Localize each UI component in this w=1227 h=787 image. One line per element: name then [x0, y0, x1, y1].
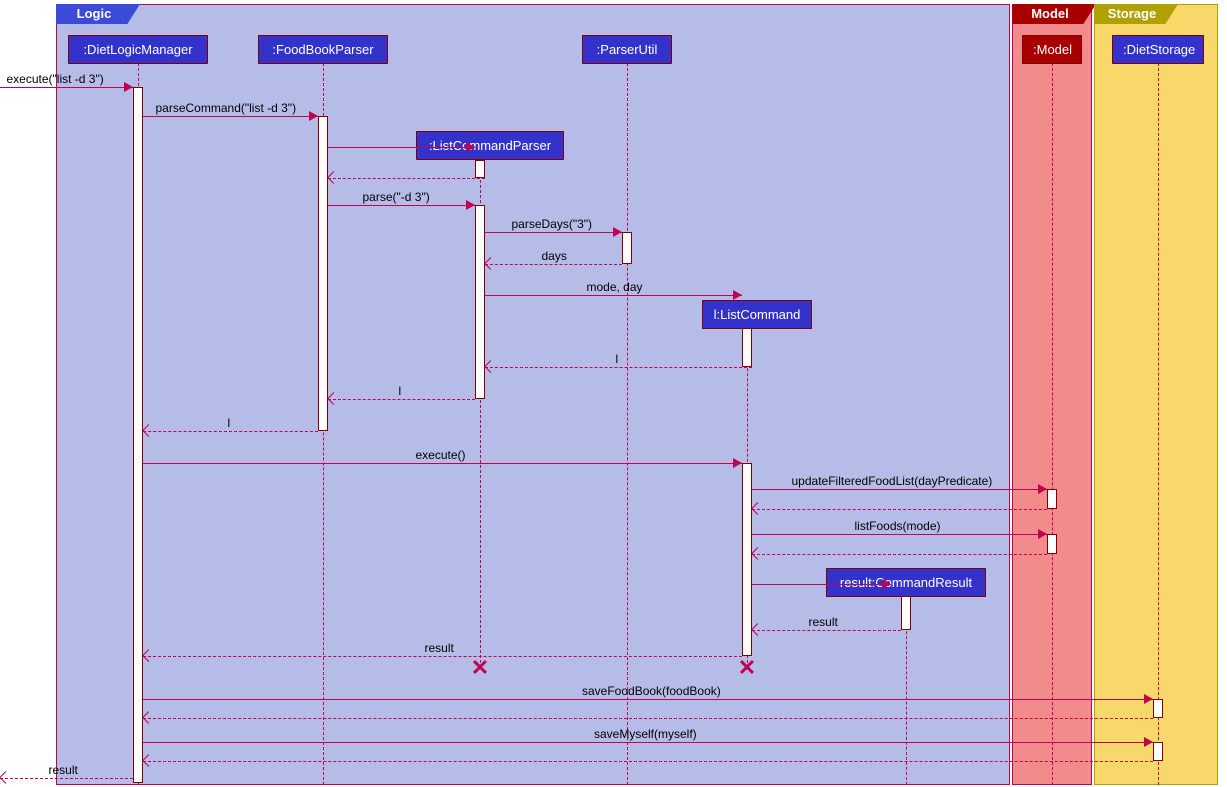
arrow-icon [733, 290, 742, 300]
message-label: execute("list -d 3") [7, 72, 104, 86]
message-line [143, 742, 1153, 743]
message-line [143, 699, 1153, 700]
message-label: result [49, 763, 78, 777]
message-line [485, 264, 622, 265]
destroy-icon: ✕ [469, 657, 491, 679]
lifeline [1158, 63, 1159, 785]
arrow-icon [1144, 737, 1153, 747]
arrow-icon [882, 579, 891, 589]
message-label: mode, day [587, 280, 643, 294]
logic-frame-label: Logic [56, 4, 140, 24]
activation-mdl [1047, 534, 1057, 554]
message-line [0, 778, 133, 779]
message-line [328, 205, 475, 206]
message-label: updateFilteredFoodList(dayPredicate) [792, 474, 993, 488]
message-line [328, 178, 485, 179]
message-label: result [425, 641, 454, 655]
destroy-icon: ✕ [736, 657, 758, 679]
message-label: saveMyself(myself) [594, 727, 697, 741]
activation-ds [1153, 699, 1163, 718]
message-label: l [399, 384, 402, 398]
participant-pu: :ParserUtil [582, 35, 672, 64]
arrow-icon [613, 227, 622, 237]
message-line [752, 584, 891, 585]
message-label: l [616, 352, 619, 366]
message-line [485, 295, 742, 296]
message-line [752, 489, 1047, 490]
participant-fbp: :FoodBookParser [258, 35, 388, 64]
message-label: result [809, 615, 838, 629]
message-label: l [228, 416, 231, 430]
activation-ds [1153, 742, 1163, 761]
message-line [143, 718, 1153, 719]
storage-frame-label: Storage [1094, 4, 1178, 24]
message-label: days [542, 249, 567, 263]
participant-dlm: :DietLogicManager [68, 35, 208, 64]
message-line [752, 509, 1047, 510]
activation-lc [742, 463, 752, 656]
arrow-icon [1038, 484, 1047, 494]
message-line [143, 431, 318, 432]
arrow-icon [1038, 529, 1047, 539]
message-line [143, 761, 1153, 762]
message-line [143, 463, 742, 464]
message-line [752, 534, 1047, 535]
arrow-icon [1144, 694, 1153, 704]
activation-mdl [1047, 489, 1057, 509]
arrow-icon [309, 111, 318, 121]
participant-ds: :DietStorage [1112, 35, 1204, 64]
message-line [143, 116, 318, 117]
message-line [752, 630, 901, 631]
message-label: saveFoodBook(foodBook) [582, 684, 721, 698]
activation-lcp [475, 205, 485, 399]
message-label: execute() [416, 448, 466, 462]
participant-lc: l:ListCommand [702, 300, 812, 329]
message-line [328, 399, 475, 400]
activation-lcp [475, 160, 485, 178]
participant-lcp: :ListCommandParser [416, 131, 564, 160]
message-line [485, 367, 752, 368]
activation-cr [901, 596, 911, 630]
message-line [0, 87, 133, 88]
activation-fbp [318, 116, 328, 431]
message-label: parseCommand("list -d 3") [156, 101, 297, 115]
arrow-icon [733, 458, 742, 468]
message-line [143, 656, 742, 657]
model-frame-label: Model [1012, 4, 1096, 24]
activation-lc [742, 328, 752, 367]
lifeline [627, 63, 628, 785]
storage-frame: Storage [1094, 4, 1218, 785]
message-label: parse("-d 3") [363, 190, 430, 204]
arrow-icon [124, 82, 133, 92]
logic-frame: Logic [56, 4, 1010, 785]
message-label: parseDays("3") [512, 217, 593, 231]
arrow-icon [0, 771, 12, 784]
arrow-icon [466, 142, 475, 152]
lifeline [1052, 63, 1053, 785]
activation-pu [622, 232, 632, 264]
arrow-icon [466, 200, 475, 210]
activation-dlm [133, 87, 143, 783]
message-label: listFoods(mode) [855, 519, 941, 533]
message-line [752, 554, 1047, 555]
participant-cr: result:CommandResult [826, 568, 986, 597]
message-line [485, 232, 622, 233]
message-line [328, 147, 475, 148]
participant-mdl: :Model [1022, 35, 1082, 64]
